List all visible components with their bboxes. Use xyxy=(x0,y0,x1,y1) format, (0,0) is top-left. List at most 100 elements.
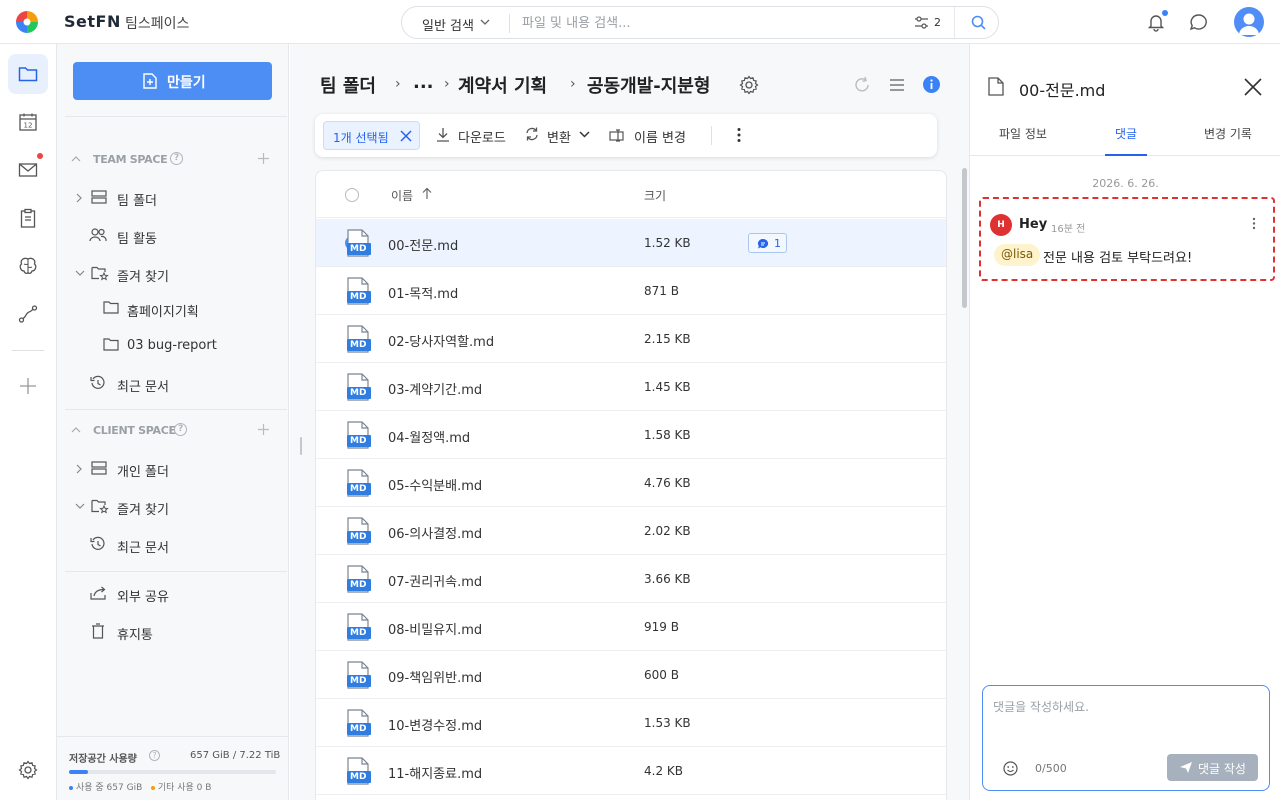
select-all-checkbox[interactable] xyxy=(345,188,359,202)
file-list-scrollbar[interactable] xyxy=(962,168,967,308)
rail-ai[interactable] xyxy=(8,246,48,286)
comment-input[interactable] xyxy=(993,698,1259,738)
help-icon[interactable]: ? xyxy=(149,750,160,761)
chevron-down-icon[interactable] xyxy=(480,17,490,27)
file-name[interactable]: 09-책임위반.md xyxy=(388,667,482,686)
list-view-icon[interactable] xyxy=(888,76,906,94)
file-name[interactable]: 03-계약기간.md xyxy=(388,379,482,398)
file-row[interactable]: MD 10-변경수정.md 1.53 KB xyxy=(316,699,946,747)
search-input[interactable] xyxy=(522,12,902,34)
file-name[interactable]: 02-당사자역할.md xyxy=(388,331,494,350)
md-file-icon-text: MD xyxy=(350,628,367,638)
sidebar-item-external-share[interactable]: 외부 공유 xyxy=(75,581,275,607)
search-button[interactable] xyxy=(954,7,999,38)
app-logo[interactable] xyxy=(16,11,38,33)
file-row[interactable]: MD 02-당사자역할.md 2.15 KB xyxy=(316,315,946,363)
submit-comment-button[interactable]: 댓글 작성 xyxy=(1167,754,1258,781)
sidebar-item-homepage-plan[interactable]: 홈페이지기획 xyxy=(103,296,273,322)
refresh-icon[interactable] xyxy=(853,76,871,94)
file-name[interactable]: 10-변경수정.md xyxy=(388,715,482,734)
gear-icon[interactable] xyxy=(739,75,759,95)
rename-button[interactable]: 이름 변경 xyxy=(609,127,699,146)
team-space-header[interactable]: TEAM SPACE ? xyxy=(71,150,271,170)
sidebar-item-team-activity[interactable]: 팀 활동 xyxy=(75,223,275,249)
column-name[interactable]: 이름 xyxy=(391,187,413,204)
plus-icon[interactable] xyxy=(257,423,270,436)
more-vertical-icon[interactable] xyxy=(736,127,742,143)
plus-icon[interactable] xyxy=(257,152,270,165)
file-row[interactable]: MD 07-권리귀속.md 3.66 KB xyxy=(316,555,946,603)
selection-chip[interactable]: 1개 선택됨 xyxy=(323,121,420,150)
rail-settings[interactable] xyxy=(8,750,48,790)
emoji-icon[interactable] xyxy=(1003,761,1018,776)
file-name[interactable]: 00-전문.md xyxy=(388,235,458,254)
client-space-header[interactable]: CLIENT SPACE ? xyxy=(71,421,271,441)
file-name[interactable]: 08-비밀유지.md xyxy=(388,619,482,638)
chevron-down-icon[interactable] xyxy=(75,269,85,277)
file-row[interactable]: MD 11-해지종료.md 4.2 KB xyxy=(316,747,946,795)
sidebar-resize-handle[interactable] xyxy=(300,437,302,455)
rail-files[interactable] xyxy=(8,54,48,94)
file-row[interactable]: MD 06-의사결정.md 2.02 KB xyxy=(316,507,946,555)
breadcrumb-item[interactable]: ... xyxy=(413,72,434,93)
user-avatar[interactable] xyxy=(1234,7,1264,37)
mention-tag[interactable]: @lisa xyxy=(994,244,1041,266)
more-vertical-icon[interactable] xyxy=(1252,217,1256,230)
sidebar-item-team-folder[interactable]: 팀 폴더 xyxy=(75,185,275,211)
download-button[interactable]: 다운로드 xyxy=(436,127,516,146)
sidebar-item-client-favorites[interactable]: 즐겨 찾기 xyxy=(75,494,275,520)
convert-button[interactable]: 변환 xyxy=(525,127,595,146)
tab-comments[interactable]: 댓글 xyxy=(1115,125,1137,142)
help-icon[interactable]: ? xyxy=(170,152,183,165)
column-size[interactable]: 크기 xyxy=(644,187,666,204)
file-row[interactable]: MD 01-목적.md 871 B xyxy=(316,267,946,315)
sidebar-item-bug-report[interactable]: 03 bug-report xyxy=(103,333,273,359)
rail-calendar[interactable]: 12 xyxy=(8,102,48,142)
comment-count-badge[interactable]: 1 xyxy=(748,233,787,253)
search-type-select[interactable]: 일반 검색 xyxy=(422,15,474,34)
chevron-up-icon[interactable] xyxy=(71,425,81,435)
comment-card[interactable]: H Hey 16분 전 @lisa 전문 내용 검토 부탁드려요! xyxy=(979,197,1275,281)
tab-file-info[interactable]: 파일 정보 xyxy=(999,125,1047,142)
chevron-down-icon[interactable] xyxy=(75,502,85,510)
sort-ascending-icon[interactable] xyxy=(422,187,432,200)
file-name[interactable]: 05-수익분배.md xyxy=(388,475,482,494)
file-row[interactable]: MD 09-책임위반.md 600 B xyxy=(316,651,946,699)
file-name[interactable]: 04-월정액.md xyxy=(388,427,470,446)
sidebar-item-recent[interactable]: 최근 문서 xyxy=(75,371,275,397)
file-name[interactable]: 06-의사결정.md xyxy=(388,523,482,542)
breadcrumb-item[interactable]: 계약서 기획 xyxy=(458,72,547,98)
rail-workflow[interactable] xyxy=(8,294,48,334)
file-row[interactable]: MD 03-계약기간.md 1.45 KB xyxy=(316,363,946,411)
chevron-up-icon[interactable] xyxy=(71,154,81,164)
create-button[interactable]: 만들기 xyxy=(73,62,272,100)
md-file-icon: MD xyxy=(346,469,372,497)
sidebar-item-client-recent[interactable]: 최근 문서 xyxy=(75,532,275,558)
chat-icon[interactable] xyxy=(1189,13,1208,32)
file-name[interactable]: 11-해지종료.md xyxy=(388,763,482,782)
info-icon[interactable] xyxy=(922,75,941,94)
file-row[interactable]: MD 00-전문.md 1.52 KB 1 xyxy=(316,219,946,267)
file-name[interactable]: 01-목적.md xyxy=(388,283,458,302)
md-file-icon-text: MD xyxy=(350,676,367,686)
filter-sliders-icon[interactable] xyxy=(914,16,929,29)
help-icon[interactable]: ? xyxy=(174,423,187,436)
sidebar-item-trash[interactable]: 휴지통 xyxy=(75,619,275,645)
chevron-right-icon[interactable] xyxy=(75,464,83,474)
file-name[interactable]: 07-권리귀속.md xyxy=(388,571,482,590)
file-row[interactable]: MD 05-수익분배.md 4.76 KB xyxy=(316,459,946,507)
close-icon[interactable] xyxy=(1243,77,1263,97)
sidebar-item-personal-folder[interactable]: 개인 폴더 xyxy=(75,456,275,482)
sidebar-item-favorites[interactable]: 즐겨 찾기 xyxy=(75,261,275,287)
panel-tabs: 파일 정보 댓글 변경 기록 xyxy=(970,122,1280,156)
close-icon[interactable] xyxy=(400,130,412,142)
rail-tasks[interactable] xyxy=(8,198,48,238)
chevron-right-icon[interactable] xyxy=(75,193,83,203)
rail-add[interactable] xyxy=(8,366,48,406)
file-row[interactable]: MD 04-월정액.md 1.58 KB xyxy=(316,411,946,459)
folder-icon xyxy=(103,301,119,314)
tab-history[interactable]: 변경 기록 xyxy=(1204,125,1252,142)
file-row[interactable]: MD 08-비밀유지.md 919 B xyxy=(316,603,946,651)
breadcrumb-item[interactable]: 팀 폴더 xyxy=(320,72,376,98)
file-size: 600 B xyxy=(644,668,679,682)
